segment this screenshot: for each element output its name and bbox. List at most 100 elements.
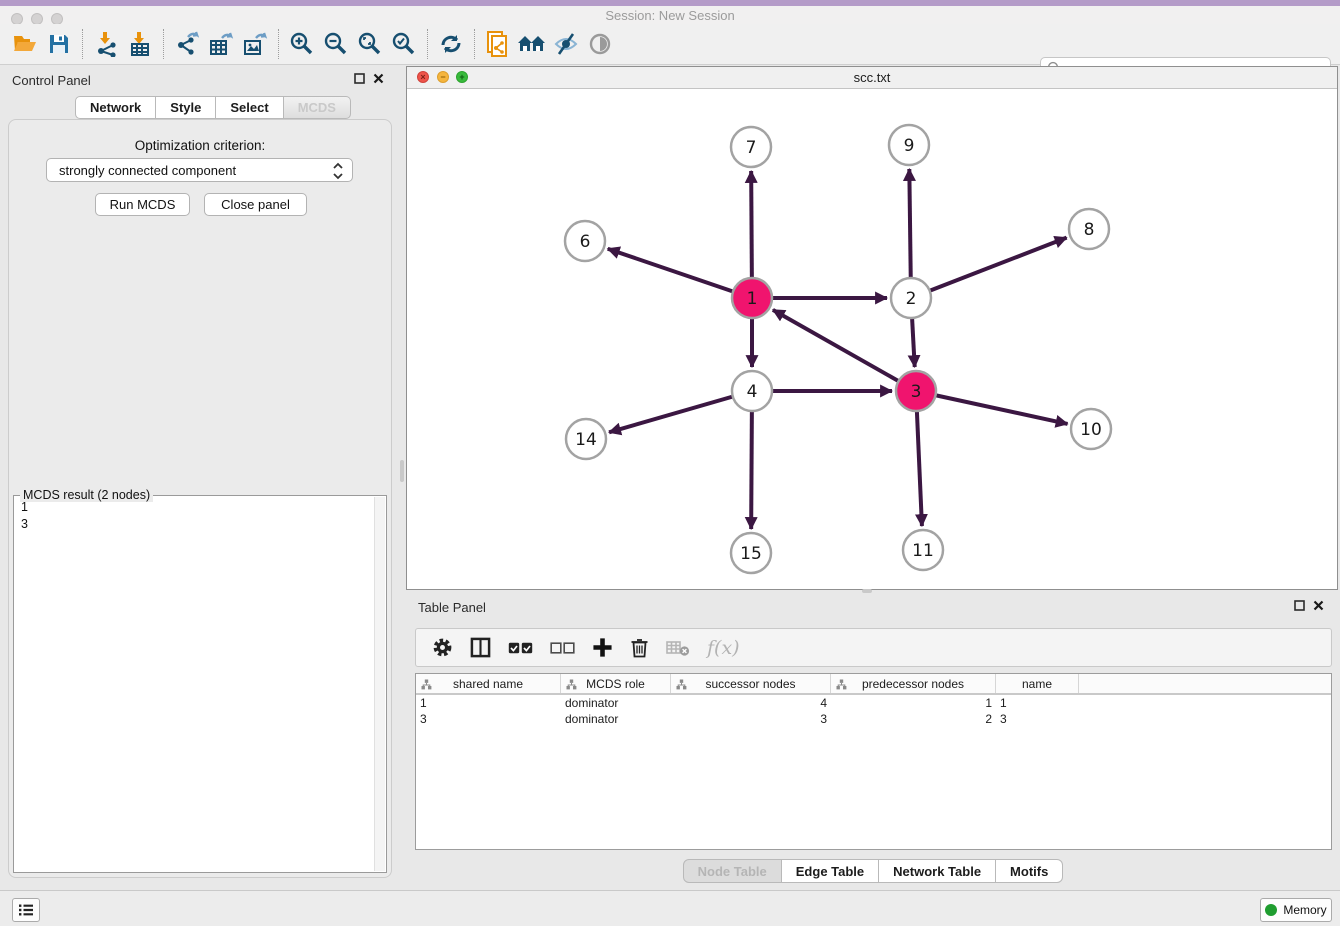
export-table-icon[interactable] <box>204 28 238 60</box>
table-cell[interactable]: 1 <box>996 696 1079 710</box>
node-4[interactable]: 4 <box>732 371 772 411</box>
column-header-predecessor-nodes[interactable]: predecessor nodes <box>831 674 996 693</box>
attribute-tree-icon <box>566 679 577 690</box>
node-15[interactable]: 15 <box>731 533 771 573</box>
panel-menu-button[interactable] <box>12 898 40 922</box>
mcds-result-title: MCDS result (2 nodes) <box>20 488 153 502</box>
copy-network-icon[interactable] <box>481 28 515 60</box>
network-canvas[interactable]: 7 9 6 8 1 2 4 3 14 10 15 11 <box>407 89 1337 589</box>
column-header-shared-name[interactable]: shared name <box>416 674 561 693</box>
toolbar-separator <box>427 29 428 59</box>
import-network-icon[interactable] <box>89 28 123 60</box>
table-cell[interactable]: 1 <box>416 696 561 710</box>
zoom-selected-icon[interactable] <box>387 28 421 60</box>
node-3[interactable]: 3 <box>896 371 936 411</box>
run-mcds-button[interactable]: Run MCDS <box>95 193 190 216</box>
zoom-out-icon[interactable] <box>319 28 353 60</box>
node-11[interactable]: 11 <box>903 530 943 570</box>
node-7[interactable]: 7 <box>731 127 771 167</box>
zoom-in-icon[interactable] <box>285 28 319 60</box>
table-cell[interactable]: 3 <box>416 712 561 726</box>
network-window-titlebar[interactable]: × − + scc.txt <box>407 67 1337 89</box>
column-label: shared name <box>453 677 523 691</box>
export-image-icon[interactable] <box>238 28 272 60</box>
delete-column-icon[interactable] <box>630 637 649 658</box>
zoom-fit-icon[interactable] <box>353 28 387 60</box>
home-icon[interactable] <box>515 28 549 60</box>
column-selector-icon[interactable] <box>470 637 491 658</box>
tab-mcds[interactable]: MCDS <box>284 96 351 119</box>
node-2[interactable]: 2 <box>891 278 931 318</box>
result-scrollbar[interactable] <box>374 497 385 871</box>
close-panel-button[interactable]: Close panel <box>204 193 307 216</box>
node-label: 4 <box>747 382 758 402</box>
import-table-icon[interactable] <box>123 28 157 60</box>
edge-2-8[interactable] <box>911 238 1067 298</box>
tab-edge-table[interactable]: Edge Table <box>782 859 879 883</box>
select-all-icon[interactable] <box>508 641 533 655</box>
tab-network-table[interactable]: Network Table <box>879 859 996 883</box>
table-cell[interactable]: 2 <box>831 712 996 726</box>
tab-node-table[interactable]: Node Table <box>683 859 782 883</box>
close-panel-icon[interactable] <box>373 73 384 84</box>
column-header-MCDS-role[interactable]: MCDS role <box>561 674 671 693</box>
open-session-icon[interactable] <box>8 28 42 60</box>
vertical-splitter-handle[interactable] <box>400 460 404 482</box>
mcds-result-text[interactable]: 1 3 <box>16 499 28 533</box>
node-14[interactable]: 14 <box>566 419 606 459</box>
tab-motifs[interactable]: Motifs <box>996 859 1063 883</box>
node-label: 9 <box>904 136 915 156</box>
apply-layout-icon[interactable] <box>434 28 468 60</box>
node-8[interactable]: 8 <box>1069 209 1109 249</box>
node-6[interactable]: 6 <box>565 221 605 261</box>
optimization-criterion-select[interactable]: strongly connected component <box>46 158 353 182</box>
settings-gear-icon[interactable] <box>432 637 453 658</box>
edge-3-1[interactable] <box>773 310 916 391</box>
tab-select[interactable]: Select <box>216 96 283 119</box>
table-cell[interactable]: dominator <box>561 696 671 710</box>
table-cell[interactable]: 1 <box>831 696 996 710</box>
node-9[interactable]: 9 <box>889 125 929 165</box>
add-column-icon[interactable] <box>592 637 613 658</box>
function-builder-icon[interactable]: f(x) <box>707 637 740 659</box>
tab-network[interactable]: Network <box>75 96 156 119</box>
edge-4-14[interactable] <box>609 391 752 432</box>
node-label: 3 <box>911 382 922 402</box>
table-cell[interactable]: dominator <box>561 712 671 726</box>
table-row[interactable]: 1dominator411 <box>416 695 1331 711</box>
toolbar-separator <box>278 29 279 59</box>
table-cell[interactable]: 4 <box>671 696 831 710</box>
export-network-icon[interactable] <box>170 28 204 60</box>
float-panel-icon[interactable] <box>1294 600 1305 611</box>
save-session-icon[interactable] <box>42 28 76 60</box>
attribute-tree-icon <box>836 679 847 690</box>
deselect-all-icon[interactable] <box>550 641 575 655</box>
horizontal-splitter-handle[interactable] <box>862 589 872 593</box>
column-label: name <box>1022 677 1052 691</box>
table-row[interactable]: 3dominator323 <box>416 711 1331 727</box>
delete-table-icon[interactable] <box>666 639 690 657</box>
table-cell[interactable]: 3 <box>671 712 831 726</box>
node-label: 7 <box>746 138 757 158</box>
memory-status-icon <box>1265 904 1277 916</box>
float-panel-icon[interactable] <box>354 73 365 84</box>
node-table[interactable]: shared name MCDS rolesuccessor nodesprede… <box>415 673 1332 850</box>
hide-selected-icon[interactable] <box>549 28 583 60</box>
close-panel-icon[interactable] <box>1313 600 1324 611</box>
node-label: 10 <box>1080 420 1102 440</box>
node-10[interactable]: 10 <box>1071 409 1111 449</box>
node-1[interactable]: 1 <box>732 278 772 318</box>
node-label: 2 <box>906 289 917 309</box>
toolbar-separator <box>474 29 475 59</box>
mcds-result-box: MCDS result (2 nodes) 1 3 <box>13 495 387 873</box>
tab-style[interactable]: Style <box>156 96 216 119</box>
column-header-name[interactable]: name <box>996 674 1079 693</box>
show-hidden-icon[interactable] <box>583 28 617 60</box>
table-body: 1dominator4113dominator323 <box>416 695 1331 727</box>
table-cell[interactable]: 3 <box>996 712 1079 726</box>
edge-1-6[interactable] <box>608 249 752 298</box>
column-header-successor-nodes[interactable]: successor nodes <box>671 674 831 693</box>
memory-button[interactable]: Memory <box>1260 898 1332 922</box>
edge-3-10[interactable] <box>916 391 1068 424</box>
table-header-row: shared name MCDS rolesuccessor nodesprede… <box>416 674 1331 695</box>
